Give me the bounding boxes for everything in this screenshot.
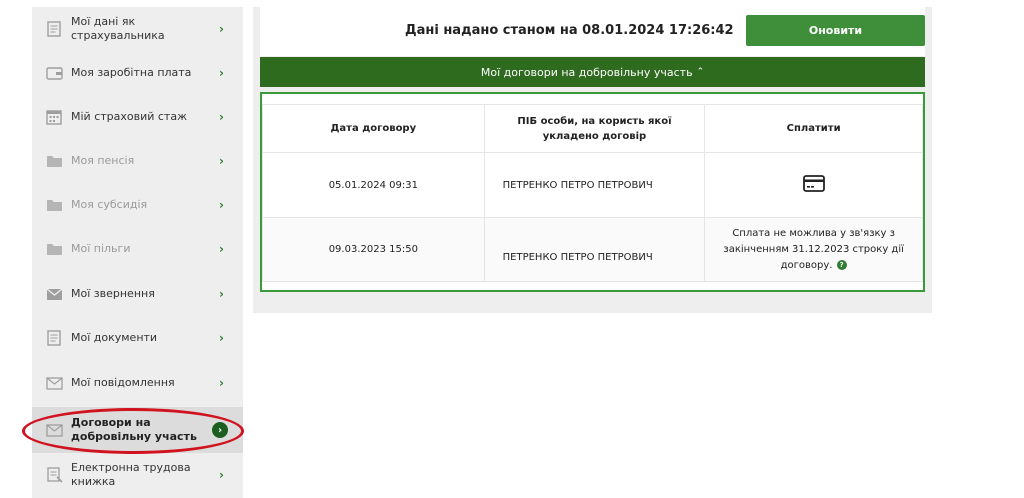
sidebar-item-benefits[interactable]: Мої пільги ›: [32, 227, 243, 271]
book-icon: [45, 466, 63, 484]
sidebar-item-insurance-record[interactable]: Мій страховий стаж ›: [32, 95, 243, 139]
sidebar-item-insurer-data[interactable]: Мої дані як страхувальника ›: [32, 7, 243, 51]
chevron-right-icon: ›: [219, 110, 224, 124]
document-icon: [45, 329, 63, 347]
contract-date: 09.03.2023 15:50: [262, 217, 485, 282]
sidebar-item-label: Моя пенсія: [71, 154, 135, 167]
pay-cell: Сплата не можлива у зв'язку з закінчення…: [704, 217, 923, 282]
page-title: Дані надано станом на 08.01.2024 17:26:4…: [405, 23, 734, 38]
person-name: ПЕТРЕНКО ПЕТРО ПЕТРОВИЧ: [483, 217, 706, 282]
sidebar-item-label: Мої дані як страхувальника: [71, 15, 165, 42]
table-row: 09.03.2023 15:50 ПЕТРЕНКО ПЕТРО ПЕТРОВИЧ…: [262, 217, 923, 282]
sidebar-item-label: Моя заробітна плата: [71, 66, 192, 79]
chevron-right-icon: ›: [219, 331, 224, 345]
document-icon: [45, 20, 63, 38]
sidebar-item-messages[interactable]: Мої повідомлення ›: [32, 361, 243, 405]
column-header-person: ПІБ особи, на користь якої укладено дого…: [483, 104, 706, 153]
folder-icon: [45, 196, 63, 214]
chevron-up-icon: ⌃: [696, 67, 705, 77]
sidebar-item-labor-book[interactable]: Електронна трудова книжка ›: [32, 453, 243, 497]
sidebar-item-pension[interactable]: Моя пенсія ›: [32, 139, 243, 183]
calendar-icon: [45, 108, 63, 126]
sidebar-item-documents[interactable]: Мої документи ›: [32, 316, 243, 360]
envelope-outline-icon: [45, 421, 63, 439]
chevron-right-icon: ›: [219, 66, 224, 80]
person-name: ПЕТРЕНКО ПЕТРО ПЕТРОВИЧ: [483, 152, 706, 218]
chevron-right-icon: ›: [219, 468, 224, 482]
sidebar-item-label: Мої звернення: [71, 287, 155, 300]
table-header-row: Дата договору ПІБ особи, на користь якої…: [262, 104, 923, 153]
sidebar-item-label: Мої документи: [71, 331, 158, 344]
contracts-table: Дата договору ПІБ особи, на користь якої…: [262, 104, 923, 282]
credit-card-icon[interactable]: [802, 175, 825, 195]
sidebar-item-label: Мої повідомлення: [71, 376, 175, 389]
chevron-right-icon: ›: [219, 242, 224, 256]
chevron-right-icon: ›: [219, 154, 224, 168]
sidebar-item-voluntary-contracts[interactable]: Договори на добровільну участь ›: [32, 407, 243, 453]
folder-icon: [45, 240, 63, 258]
sidebar-item-appeals[interactable]: Мої звернення ›: [32, 272, 243, 316]
column-header-pay: Сплатити: [704, 104, 923, 153]
sidebar: Мої дані як страхувальника › Моя заробіт…: [32, 7, 243, 498]
help-icon[interactable]: ?: [836, 259, 847, 270]
section-toggle[interactable]: Мої договори на добровільну участь ⌃: [260, 57, 925, 87]
envelope-icon: [45, 285, 63, 303]
sidebar-item-label: Мої пільги: [71, 242, 131, 255]
envelope-outline-icon: [45, 374, 63, 392]
pay-cell: [704, 152, 923, 218]
wallet-icon: [45, 64, 63, 82]
sidebar-item-subsidy[interactable]: Моя субсидія ›: [32, 183, 243, 227]
sidebar-item-salary[interactable]: Моя заробітна плата ›: [32, 51, 243, 95]
refresh-button[interactable]: Оновити: [746, 15, 925, 46]
chevron-right-icon: ›: [219, 287, 224, 301]
sidebar-item-label: Електронна трудова книжка: [71, 461, 191, 488]
chevron-right-icon: ›: [219, 376, 224, 390]
chevron-right-icon: ›: [219, 198, 224, 212]
sidebar-item-label: Мій страховий стаж: [71, 110, 187, 123]
column-header-date: Дата договору: [262, 104, 485, 153]
contract-date: 05.01.2024 09:31: [262, 152, 485, 218]
sidebar-item-label: Моя субсидія: [71, 198, 148, 211]
payment-unavailable-note: Сплата не можлива у зв'язку з закінчення…: [723, 227, 904, 271]
table-row: 05.01.2024 09:31 ПЕТРЕНКО ПЕТРО ПЕТРОВИЧ: [262, 152, 923, 218]
sidebar-item-label: Договори на добровільну участь: [71, 416, 197, 443]
chevron-right-icon: ›: [219, 22, 224, 36]
contracts-table-container: Дата договору ПІБ особи, на користь якої…: [260, 92, 925, 292]
section-title: Мої договори на добровільну участь: [480, 65, 693, 79]
chevron-right-icon: ›: [212, 422, 228, 438]
folder-icon: [45, 152, 63, 170]
